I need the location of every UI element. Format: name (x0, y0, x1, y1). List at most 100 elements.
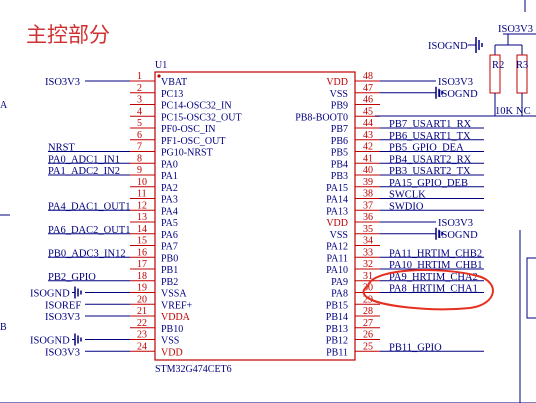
pin-number: 42 (363, 142, 373, 153)
pin-number: 33 (363, 247, 373, 258)
pin-number: 24 (137, 341, 147, 352)
pin-number: 11 (137, 189, 147, 200)
pin-name: PB5 (331, 148, 348, 159)
net-label: PA4_DAC1_OUT1 (48, 201, 130, 212)
pin-name: PB7 (331, 124, 348, 135)
pin-number: 17 (137, 259, 147, 270)
pin-number: 2 (137, 83, 142, 94)
boot-gnd-label: ISOGND (428, 41, 468, 52)
pin-number: 27 (363, 318, 373, 329)
pin-name: PA13 (326, 206, 348, 217)
pin-number: 28 (363, 306, 373, 317)
net-label: PB7_USART1_RX (389, 119, 472, 130)
net-label: PB11_GPIO (389, 342, 442, 353)
pin-name: PA1 (161, 171, 178, 182)
r3-ref: R3 (516, 60, 528, 71)
pin-name: VDDA (161, 312, 191, 323)
pin-name: PB15 (326, 300, 348, 311)
pin-name: PB13 (326, 324, 348, 335)
pin-name: PC14-OSC32_IN (161, 101, 232, 112)
pin-name: PA9 (331, 277, 348, 288)
pin-name: PA12 (326, 242, 348, 253)
pin-name: VSSA (161, 289, 187, 300)
pin-name: VSS (330, 89, 348, 100)
pin-name: PB8-BOOT0 (295, 112, 348, 123)
pin-name: VSS (330, 230, 348, 241)
pin-number: 48 (363, 71, 373, 82)
pin-name: PB0 (161, 253, 178, 264)
pin-number: 7 (137, 142, 142, 153)
power-net-label: ISO3V3 (438, 77, 473, 88)
pin-number: 13 (137, 212, 147, 223)
pin-number: 19 (137, 283, 147, 294)
chip-part: STM32G474CET6 (155, 364, 232, 375)
section-title: 主控部分 (26, 23, 110, 47)
pin-number: 26 (363, 330, 373, 341)
pin-number: 23 (137, 330, 147, 341)
pin-name: PB6 (331, 136, 348, 147)
offpage-component (526, 257, 536, 319)
pin-number: 20 (137, 294, 147, 305)
net-label: PA11_HRTIM_CHB2 (389, 248, 482, 259)
pin-number: 39 (363, 177, 373, 188)
net-label: PB5_GPIO_DEA (389, 143, 464, 154)
pin-number: 36 (363, 212, 373, 223)
boot-circuit: ISO3V3 R2 R3 10K NC ISOGND (375, 24, 536, 117)
pin-number: 40 (363, 165, 373, 176)
left-pins: 1 VBAT 2 PC13 3 PC14-OSC32_IN 4 PC15-OSC32_OUT 5… (130, 71, 242, 358)
pin-number: 12 (137, 200, 147, 211)
left-nets: ISO3V3 NRSTPA0_ADC1_IN1PA1_ADC2_IN2 PA4_DA… (30, 77, 130, 358)
pin-name: PA6 (161, 230, 178, 241)
r2-ref: R2 (492, 60, 504, 71)
pin-name: VDD (161, 347, 183, 358)
pin-number: 43 (363, 130, 373, 141)
pin-name: PC15-OSC32_OUT (161, 112, 242, 123)
power-net-label: ISO3V3 (45, 347, 80, 358)
pin-name: PG10-NRST (161, 148, 213, 159)
pin-number: 41 (363, 153, 373, 164)
pin-name: PB14 (326, 312, 348, 323)
pin-number: 9 (137, 165, 142, 176)
power-net-label: ISOREF (45, 300, 81, 311)
pin-name: PA0 (161, 159, 178, 170)
net-label: PB3_USART2_TX (389, 166, 471, 177)
net-label: PA1_ADC2_IN2 (48, 166, 120, 177)
pin-name: PB1 (161, 265, 178, 276)
pin-number: 44 (363, 118, 373, 129)
net-label: PA15_GPIO_DEB (389, 178, 468, 189)
pin-number: 15 (137, 236, 147, 247)
pin-name: PF1-OSC_OUT (161, 136, 225, 147)
net-label: PB0_ADC3_IN12 (48, 248, 126, 259)
pin-name: PB10 (161, 324, 183, 335)
pin-name: PA5 (161, 218, 178, 229)
pin-name: VBAT (161, 77, 187, 88)
pin-number: 37 (363, 200, 373, 211)
right-pins: 48 VDD 47 VSS 46 PB9 45 PB8-BOOT0 44 PB7 43 PB6 42 PB… (295, 71, 380, 358)
pin-number: 25 (363, 341, 373, 352)
pin-number: 10 (137, 177, 147, 188)
net-label: SWDIO (389, 201, 424, 212)
pin-number: 46 (363, 95, 373, 106)
net-label: PB2_GPIO (48, 272, 96, 283)
pin-name: PF0-OSC_IN (161, 124, 215, 135)
pin-name: PC13 (161, 89, 183, 100)
pin-number: 18 (137, 271, 147, 282)
pin-name: VSS (161, 336, 179, 347)
pin-number: 22 (137, 318, 147, 329)
pin-number: 3 (137, 95, 142, 106)
pin-number: 35 (363, 224, 373, 235)
pin-number: 45 (363, 106, 373, 117)
boot-supply-label: ISO3V3 (498, 24, 533, 35)
pin-number: 4 (137, 106, 142, 117)
frame-row-a: A (0, 100, 8, 111)
power-net-label: ISOGND (30, 289, 70, 300)
pin-name: PA7 (161, 242, 178, 253)
power-net-label: ISOGND (438, 230, 478, 241)
pin-name: PB2 (161, 277, 178, 288)
power-net-label: ISOGND (438, 89, 478, 100)
net-label: SWCLK (389, 190, 426, 201)
pin-name: PB12 (326, 336, 348, 347)
net-label: PB6_USART1_TX (389, 131, 471, 142)
pin-name: PA10 (326, 265, 348, 276)
pin-name: VDD (326, 77, 348, 88)
